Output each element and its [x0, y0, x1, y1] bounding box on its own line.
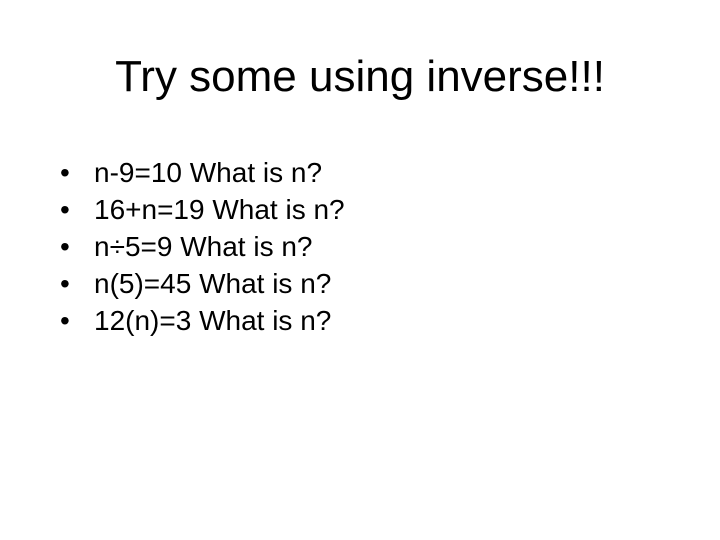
bullet-icon: • — [60, 303, 94, 338]
list-item-text: n-9=10 What is n? — [94, 157, 322, 188]
bullet-icon: • — [60, 229, 94, 264]
list-item: •n-9=10 What is n? — [60, 155, 345, 190]
list-item-text: n÷5=9 What is n? — [94, 231, 313, 262]
list-item: •12(n)=3 What is n? — [60, 303, 345, 338]
list-item-text: 12(n)=3 What is n? — [94, 305, 331, 336]
slide-body: •n-9=10 What is n? •16+n=19 What is n? •… — [60, 155, 345, 340]
bullet-icon: • — [60, 266, 94, 301]
bullet-icon: • — [60, 155, 94, 190]
bullet-icon: • — [60, 192, 94, 227]
list-item-text: 16+n=19 What is n? — [94, 194, 345, 225]
list-item: •n÷5=9 What is n? — [60, 229, 345, 264]
list-item: •n(5)=45 What is n? — [60, 266, 345, 301]
slide-title: Try some using inverse!!! — [0, 52, 720, 102]
slide: Try some using inverse!!! •n-9=10 What i… — [0, 0, 720, 540]
list-item: •16+n=19 What is n? — [60, 192, 345, 227]
list-item-text: n(5)=45 What is n? — [94, 268, 331, 299]
